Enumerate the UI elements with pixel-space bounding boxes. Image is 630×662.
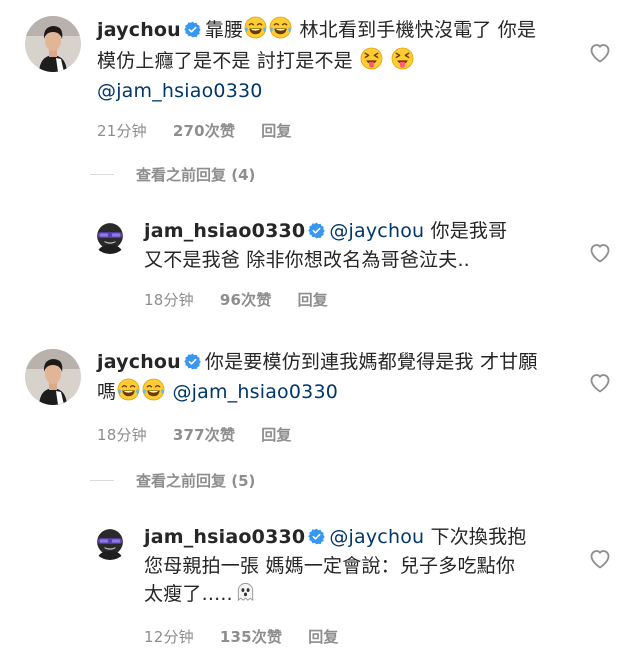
comment: jaychou 靠腰 林北看到手機快沒電了 你是模仿上癮了是不是 討打是不是 @j… (25, 16, 537, 145)
comment-content: 靠腰 (204, 19, 244, 41)
squinting-tongue-emoji-icon (360, 47, 383, 78)
reply-comment: jam_hsiao0330 @jaychou 你是我哥 又不是我爸 除非你想改名為… (92, 218, 529, 314)
like-count[interactable]: 270次赞 (173, 118, 235, 145)
view-replies-label: 查看之前回复 (4) (136, 166, 256, 184)
divider-line (90, 480, 114, 481)
comment-text: jaychou 你是要模仿到連我媽都覺得是我 才甘願嗎 @jam_hsiao033… (97, 349, 542, 409)
comment-meta: 12分钟 135次赞 回复 (144, 624, 534, 651)
comment-text: jam_hsiao0330 @jaychou 你是我哥 又不是我爸 除非你想改名為… (144, 218, 529, 274)
tears-of-joy-emoji-icon (117, 378, 140, 409)
verified-badge-icon (308, 220, 325, 247)
mention-link[interactable]: @jaychou (329, 220, 424, 242)
username[interactable]: jaychou (97, 351, 181, 373)
view-previous-replies-button[interactable]: 查看之前回复 (4) (90, 164, 255, 185)
verified-badge-icon (184, 19, 201, 46)
tears-of-joy-emoji-icon (269, 16, 292, 47)
tears-of-joy-emoji-icon (142, 378, 165, 409)
reply-button[interactable]: 回复 (298, 287, 328, 314)
like-count[interactable]: 96次赞 (220, 287, 272, 314)
squinting-tongue-emoji-icon (391, 47, 414, 78)
heart-outline-icon[interactable] (588, 371, 612, 399)
comment: jaychou 你是要模仿到連我媽都覺得是我 才甘願嗎 @jam_hsiao033… (25, 349, 542, 449)
verified-badge-icon (308, 526, 325, 553)
avatar[interactable] (25, 16, 81, 72)
reply-button[interactable]: 回复 (308, 624, 338, 651)
comment-meta: 18分钟 96次赞 回复 (144, 287, 529, 314)
comment-meta: 18分钟 377次赞 回复 (97, 422, 542, 449)
comment-meta: 21分钟 270次赞 回复 (97, 118, 537, 145)
reply-button[interactable]: 回复 (261, 118, 291, 145)
heart-outline-icon[interactable] (588, 241, 612, 269)
heart-outline-icon[interactable] (588, 41, 612, 69)
comment-text: jaychou 靠腰 林北看到手機快沒電了 你是模仿上癮了是不是 討打是不是 @j… (97, 16, 537, 105)
timestamp: 18分钟 (97, 426, 147, 444)
timestamp: 12分钟 (144, 628, 194, 646)
tears-of-joy-emoji-icon (244, 16, 267, 47)
like-count[interactable]: 135次赞 (220, 624, 282, 651)
divider-line (90, 174, 114, 175)
username[interactable]: jam_hsiao0330 (144, 526, 305, 548)
avatar[interactable] (92, 218, 128, 254)
mention-link[interactable]: @jam_hsiao0330 (97, 80, 263, 102)
timestamp: 18分钟 (144, 291, 194, 309)
avatar[interactable] (25, 349, 81, 405)
reply-comment: jam_hsiao0330 @jaychou 下次換我抱您母親拍一張 媽媽一定會說… (92, 524, 534, 651)
like-count[interactable]: 377次赞 (173, 422, 235, 449)
username[interactable]: jaychou (97, 19, 181, 41)
timestamp: 21分钟 (97, 122, 147, 140)
heart-outline-icon[interactable] (588, 547, 612, 575)
mention-link[interactable]: @jam_hsiao0330 (172, 381, 338, 403)
verified-badge-icon (184, 351, 201, 378)
comment-text: jam_hsiao0330 @jaychou 下次換我抱您母親拍一張 媽媽一定會說… (144, 524, 534, 611)
view-previous-replies-button[interactable]: 查看之前回复 (5) (90, 470, 255, 491)
avatar[interactable] (92, 524, 128, 560)
mention-link[interactable]: @jaychou (329, 526, 424, 548)
reply-button[interactable]: 回复 (261, 422, 291, 449)
ghost-emoji-icon (234, 580, 257, 611)
username[interactable]: jam_hsiao0330 (144, 220, 305, 242)
view-replies-label: 查看之前回复 (5) (136, 472, 256, 490)
